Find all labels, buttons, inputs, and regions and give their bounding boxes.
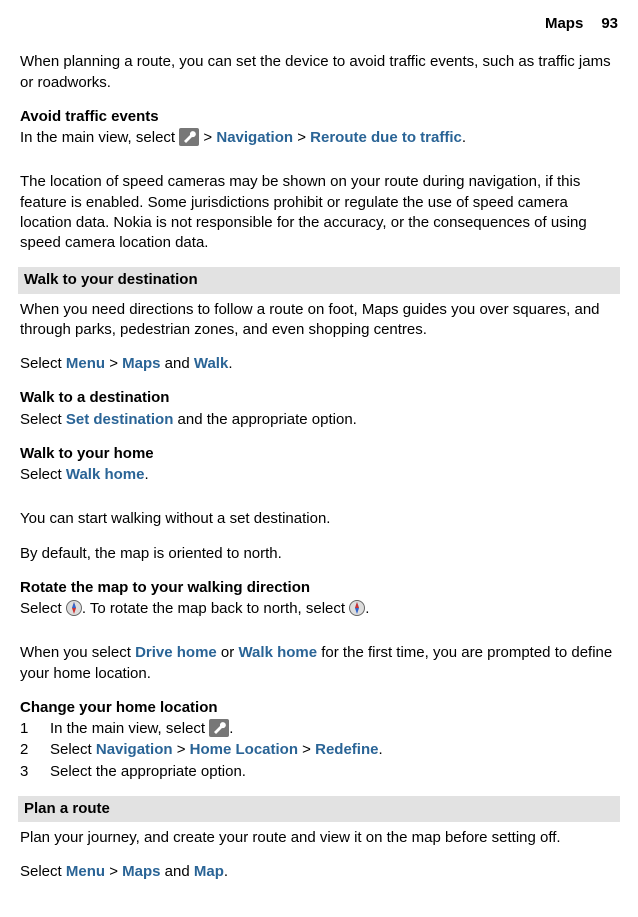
text: Select <box>20 355 66 372</box>
menu-ref-walk-home: Walk home <box>66 466 145 483</box>
menu-ref-walk: Walk <box>194 355 228 372</box>
header-page-number: 93 <box>601 14 618 34</box>
text: Select <box>20 411 66 428</box>
speed-camera-note: The location of speed cameras may be sho… <box>20 172 618 253</box>
menu-ref-reroute: Reroute due to traffic <box>310 129 462 146</box>
drive-home-prompt: When you select Drive home or Walk home … <box>20 643 618 684</box>
menu-ref-walk-home-2: Walk home <box>238 644 317 661</box>
text: In the main view, select <box>50 720 209 737</box>
menu-ref-set-destination: Set destination <box>66 411 174 428</box>
walk-select-line: Select Menu > Maps and Walk. <box>20 354 618 374</box>
section-walk: Walk to your destination <box>18 267 620 293</box>
menu-ref-navigation: Navigation <box>216 129 293 146</box>
wrench-icon <box>179 128 199 146</box>
plan-intro: Plan your journey, and create your route… <box>20 828 618 848</box>
list-item: 3 Select the appropriate option. <box>20 762 618 782</box>
walk-intro: When you need directions to follow a rou… <box>20 300 618 341</box>
text: . <box>224 863 228 880</box>
text: Select <box>20 466 66 483</box>
menu-ref-drive-home: Drive home <box>135 644 217 661</box>
text: > <box>203 129 216 146</box>
step-number: 3 <box>20 762 50 782</box>
intro-paragraph: When planning a route, you can set the d… <box>20 52 618 93</box>
menu-ref-home-location: Home Location <box>190 741 298 758</box>
walk-dest-heading: Walk to a destination <box>20 388 618 408</box>
change-home-steps: 1 In the main view, select . 2 Select Na… <box>20 719 618 782</box>
walk-home-body: Select Walk home. <box>20 465 618 485</box>
wrench-icon <box>209 719 229 737</box>
walk-orient-note: By default, the map is oriented to north… <box>20 544 618 564</box>
text: . <box>229 720 233 737</box>
text: or <box>217 644 239 661</box>
text: Select <box>20 863 66 880</box>
change-home-heading: Change your home location <box>20 698 618 718</box>
text: Select <box>50 741 96 758</box>
menu-ref-menu: Menu <box>66 355 105 372</box>
text: . To rotate the map back to north, selec… <box>82 600 349 617</box>
text: > <box>105 863 122 880</box>
menu-ref-map: Map <box>194 863 224 880</box>
menu-ref-menu-2: Menu <box>66 863 105 880</box>
text: > <box>173 741 190 758</box>
section-plan: Plan a route <box>18 796 620 822</box>
menu-ref-redefine: Redefine <box>315 741 378 758</box>
rotate-body: Select . To rotate the map back to north… <box>20 599 618 619</box>
text: . <box>462 129 466 146</box>
step-body: Select Navigation > Home Location > Rede… <box>50 740 618 760</box>
text: and <box>160 863 193 880</box>
page-header: Maps 93 <box>20 14 618 34</box>
text: Select <box>20 600 66 617</box>
step-number: 2 <box>20 740 50 760</box>
menu-ref-maps-2: Maps <box>122 863 160 880</box>
text: . <box>365 600 369 617</box>
text: and <box>160 355 193 372</box>
walk-nodest-note: You can start walking without a set dest… <box>20 509 618 529</box>
text: . <box>228 355 232 372</box>
compass-icon <box>66 600 82 616</box>
text: > <box>297 129 310 146</box>
avoid-traffic-heading: Avoid traffic events <box>20 107 618 127</box>
text: . <box>378 741 382 758</box>
step-number: 1 <box>20 719 50 739</box>
compass-north-icon <box>349 600 365 616</box>
text: and the appropriate option. <box>173 411 356 428</box>
avoid-traffic-body: In the main view, select > Navigation > … <box>20 128 618 148</box>
list-item: 2 Select Navigation > Home Location > Re… <box>20 740 618 760</box>
menu-ref-maps: Maps <box>122 355 160 372</box>
text: . <box>145 466 149 483</box>
plan-select-line: Select Menu > Maps and Map. <box>20 862 618 882</box>
walk-home-heading: Walk to your home <box>20 444 618 464</box>
step-body: Select the appropriate option. <box>50 762 618 782</box>
text: When you select <box>20 644 135 661</box>
walk-dest-body: Select Set destination and the appropria… <box>20 410 618 430</box>
step-body: In the main view, select . <box>50 719 618 739</box>
rotate-heading: Rotate the map to your walking direction <box>20 578 618 598</box>
header-section: Maps <box>545 14 583 34</box>
text: > <box>105 355 122 372</box>
menu-ref-navigation-2: Navigation <box>96 741 173 758</box>
text: > <box>298 741 315 758</box>
text: In the main view, select <box>20 129 179 146</box>
list-item: 1 In the main view, select . <box>20 719 618 739</box>
